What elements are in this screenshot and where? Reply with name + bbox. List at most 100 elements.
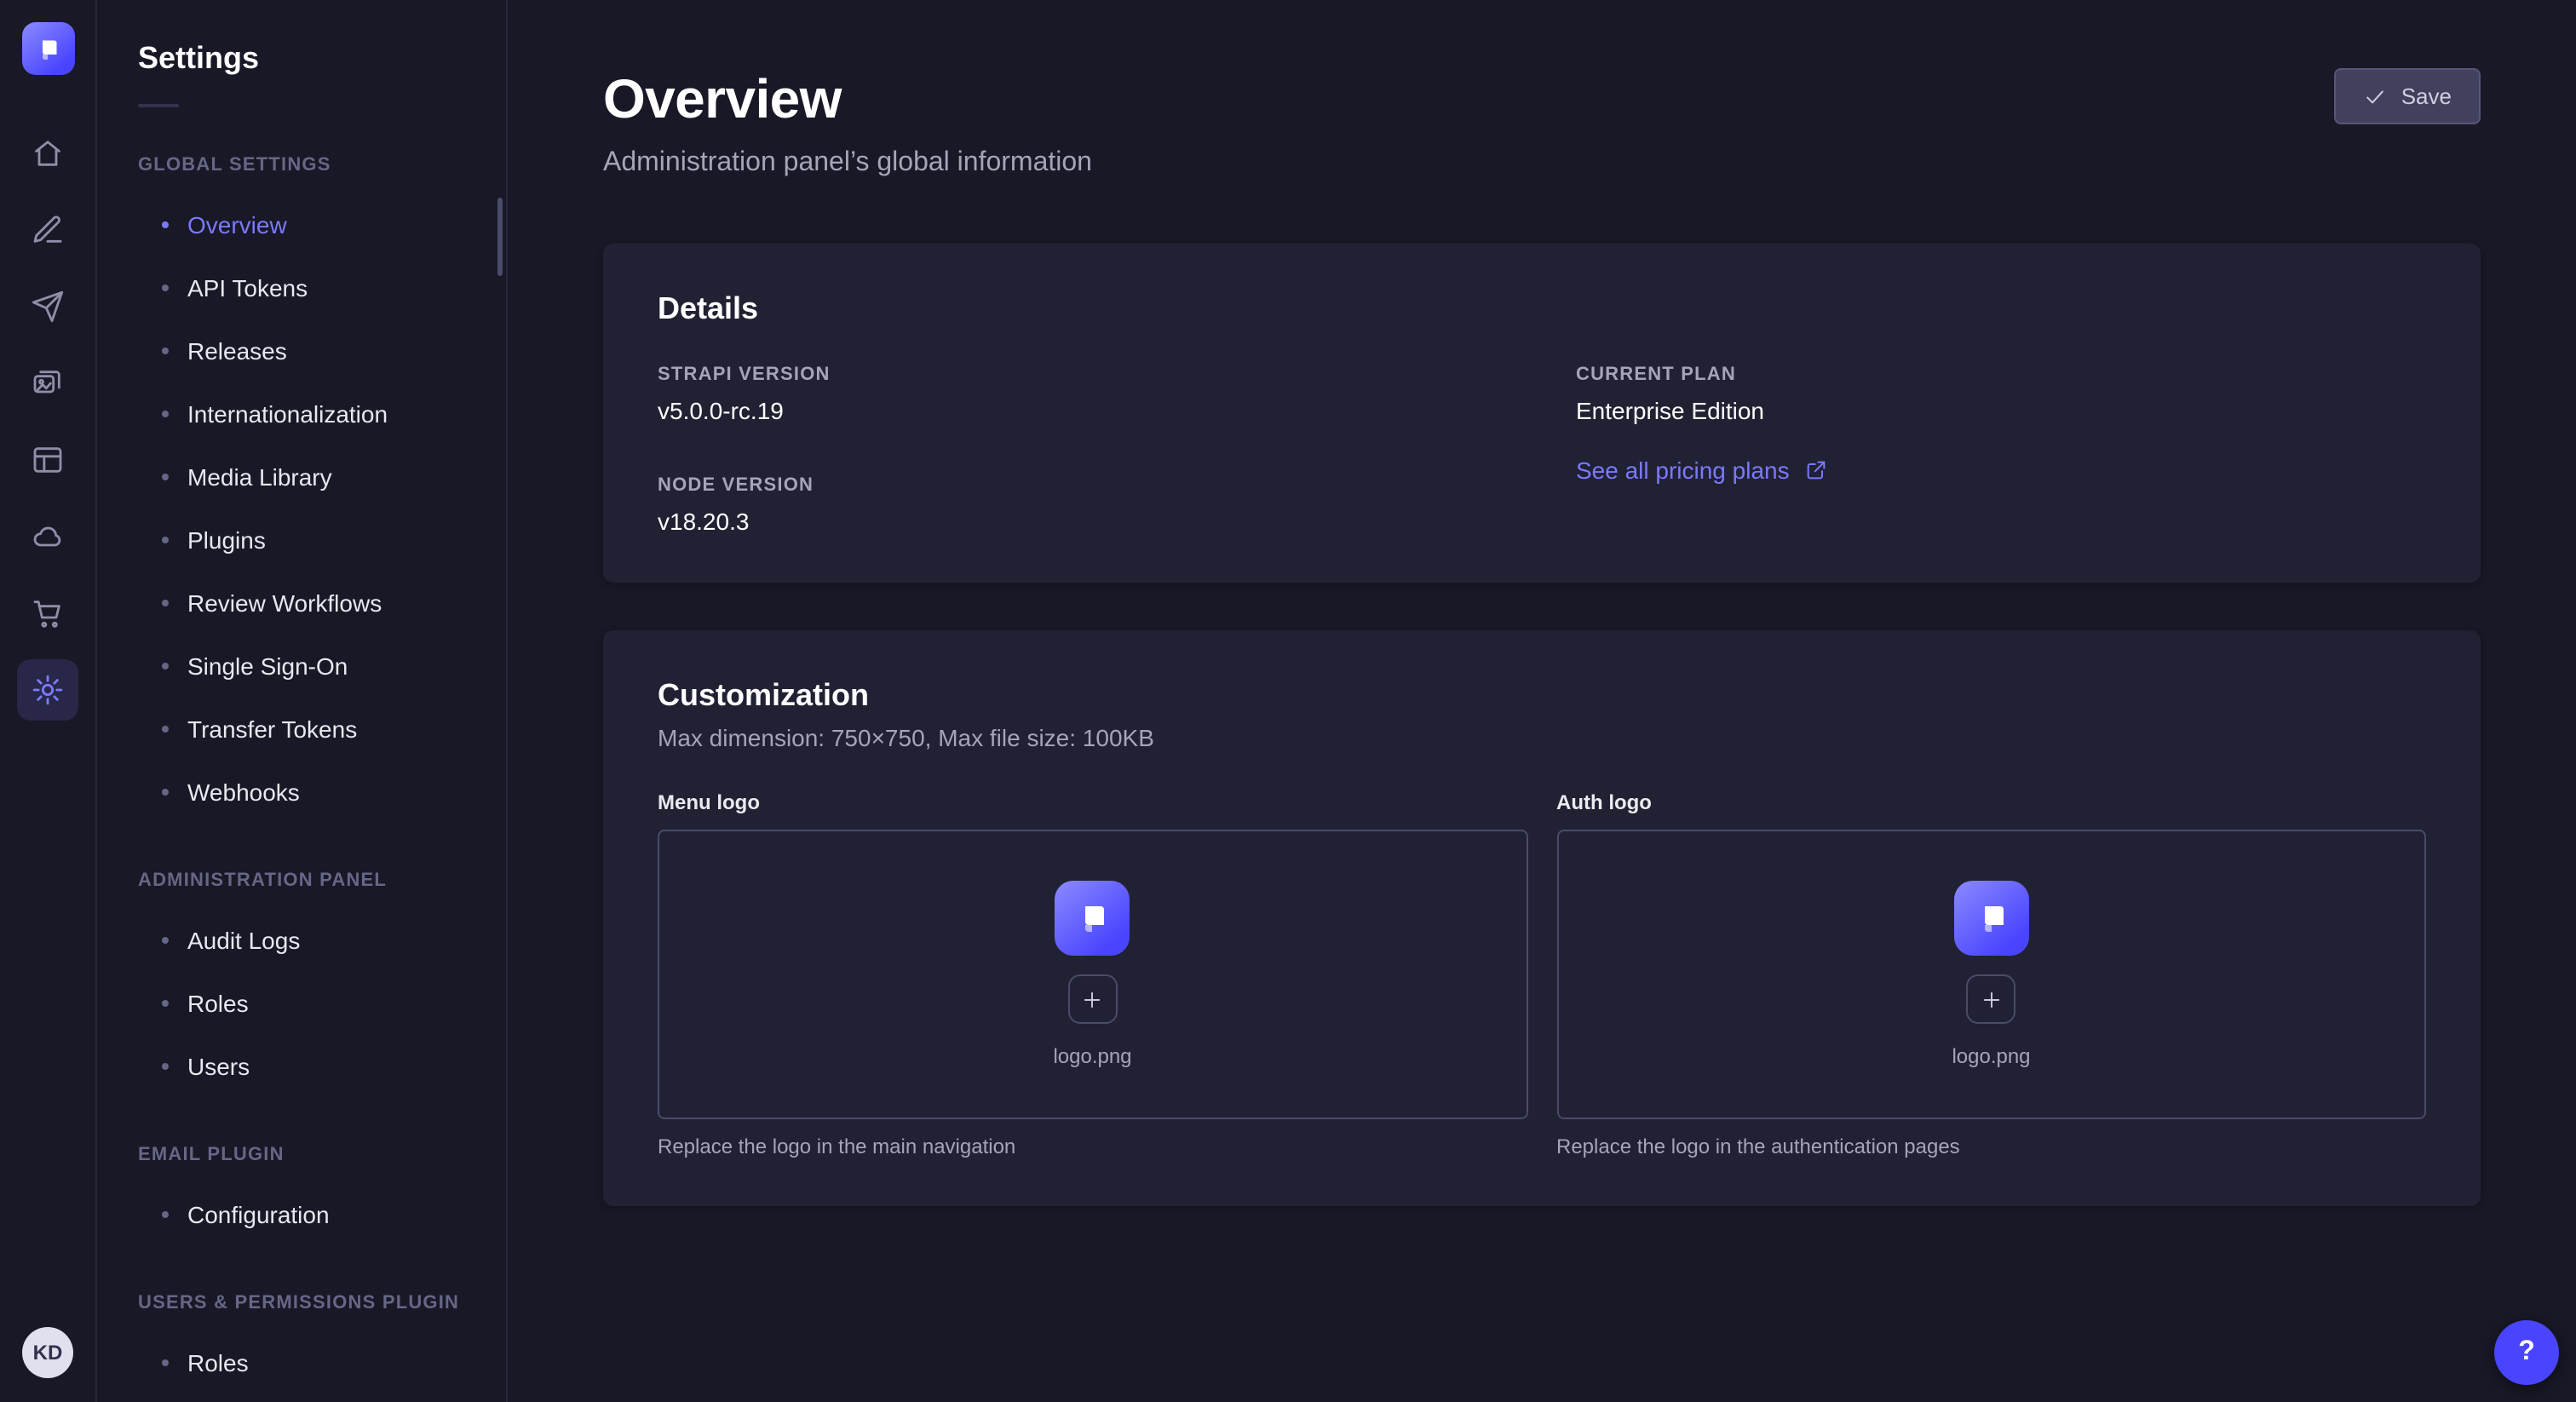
customization-card-subtitle: Max dimension: 750×750, Max file size: 1… bbox=[658, 724, 2426, 751]
plus-icon bbox=[1081, 987, 1105, 1011]
sidebar-item-label: Internationalization bbox=[187, 399, 388, 427]
sidebar-item-plugins[interactable]: Plugins bbox=[97, 508, 506, 571]
bullet-icon bbox=[162, 410, 169, 417]
auth-logo-caption: Replace the logo in the authentication p… bbox=[1556, 1135, 2426, 1158]
plus-icon bbox=[1980, 987, 2004, 1011]
bullet-icon bbox=[162, 936, 169, 943]
save-button[interactable]: Save bbox=[2335, 68, 2481, 124]
sidebar-item-single-sign-on[interactable]: Single Sign-On bbox=[97, 634, 506, 697]
sidebar-item-transfer-tokens[interactable]: Transfer Tokens bbox=[97, 697, 506, 760]
sidebar-item-up-providers[interactable]: Providers bbox=[97, 1393, 506, 1402]
strapi-version-field: STRAPI VERSION v5.0.0-rc.19 bbox=[658, 365, 1508, 424]
auth-logo-dropzone[interactable]: logo.png bbox=[1556, 830, 2426, 1119]
page-subtitle: Administration panel’s global informatio… bbox=[603, 148, 1092, 179]
strapi-version-value: v5.0.0-rc.19 bbox=[658, 397, 1508, 424]
content-type-builder-icon[interactable] bbox=[17, 429, 78, 491]
customization-card: Customization Max dimension: 750×750, Ma… bbox=[603, 630, 2481, 1206]
sidebar-item-label: Single Sign-On bbox=[187, 652, 348, 679]
bullet-icon bbox=[162, 473, 169, 480]
releases-icon[interactable] bbox=[17, 276, 78, 337]
pricing-plans-link-label: See all pricing plans bbox=[1576, 457, 1790, 484]
sidebar-item-email-configuration[interactable]: Configuration bbox=[97, 1182, 506, 1245]
details-right-column: CURRENT PLAN Enterprise Edition See all … bbox=[1576, 365, 2426, 535]
sidebar-item-releases[interactable]: Releases bbox=[97, 319, 506, 382]
section-label-global-settings: GLOBAL SETTINGS bbox=[138, 155, 465, 175]
sidebar-item-label: Roles bbox=[187, 989, 249, 1016]
details-left-column: STRAPI VERSION v5.0.0-rc.19 NODE VERSION… bbox=[658, 365, 1508, 535]
help-button[interactable]: ? bbox=[2494, 1320, 2559, 1385]
menu-logo-upload: Menu logo bbox=[658, 790, 1527, 1158]
settings-sidebar: Settings GLOBAL SETTINGS Overview API To… bbox=[97, 0, 508, 1402]
sidebar-item-label: Media Library bbox=[187, 463, 332, 490]
section-label-administration-panel: ADMINISTRATION PANEL bbox=[138, 871, 465, 891]
current-plan-value: Enterprise Edition bbox=[1576, 397, 2426, 424]
current-plan-field: CURRENT PLAN Enterprise Edition bbox=[1576, 365, 2426, 424]
menu-logo-dropzone[interactable]: logo.png bbox=[658, 830, 1527, 1119]
marketplace-icon[interactable] bbox=[17, 583, 78, 644]
auth-logo-preview bbox=[1954, 881, 2029, 956]
scrollbar-thumb[interactable] bbox=[497, 198, 503, 276]
menu-logo-add-button[interactable] bbox=[1068, 974, 1118, 1024]
external-link-icon bbox=[1805, 458, 1829, 482]
sidebar-item-label: Roles bbox=[187, 1348, 249, 1376]
settings-icon[interactable] bbox=[17, 659, 78, 721]
page-header-text: Overview Administration panel’s global i… bbox=[603, 68, 1092, 179]
sidebar-item-audit-logs[interactable]: Audit Logs bbox=[97, 908, 506, 971]
sidebar-item-label: Releases bbox=[187, 336, 287, 364]
sidebar-item-label: Audit Logs bbox=[187, 926, 300, 953]
strapi-logo-icon bbox=[32, 33, 63, 64]
strapi-logo-icon bbox=[1971, 898, 2012, 939]
menu-logo-caption: Replace the logo in the main navigation bbox=[658, 1135, 1527, 1158]
auth-logo-filename: logo.png bbox=[1952, 1044, 2030, 1068]
main-nav-rail: KD bbox=[0, 0, 97, 1402]
bullet-icon bbox=[162, 221, 169, 227]
sidebar-item-label: API Tokens bbox=[187, 273, 308, 301]
strapi-version-label: STRAPI VERSION bbox=[658, 365, 1508, 385]
node-version-value: v18.20.3 bbox=[658, 508, 1508, 535]
sidebar-item-api-tokens[interactable]: API Tokens bbox=[97, 256, 506, 319]
content-manager-icon[interactable] bbox=[17, 199, 78, 261]
bullet-icon bbox=[162, 284, 169, 290]
sidebar-item-label: Users bbox=[187, 1052, 250, 1079]
menu-logo-filename: logo.png bbox=[1053, 1044, 1131, 1068]
app-root: KD Settings GLOBAL SETTINGS Overview API… bbox=[0, 0, 2576, 1402]
sidebar-item-overview[interactable]: Overview bbox=[97, 192, 506, 256]
bullet-icon bbox=[162, 1359, 169, 1365]
sidebar-item-media-library[interactable]: Media Library bbox=[97, 445, 506, 508]
current-plan-label: CURRENT PLAN bbox=[1576, 365, 2426, 385]
sidebar-item-label: Transfer Tokens bbox=[187, 715, 357, 742]
auth-logo-upload: Auth logo bbox=[1556, 790, 2426, 1158]
sidebar-item-internationalization[interactable]: Internationalization bbox=[97, 382, 506, 445]
home-icon[interactable] bbox=[17, 123, 78, 184]
sidebar-item-webhooks[interactable]: Webhooks bbox=[97, 760, 506, 823]
main-content: Overview Administration panel’s global i… bbox=[508, 0, 2576, 1402]
sidebar-divider bbox=[138, 104, 179, 107]
global-settings-list: Overview API Tokens Releases Internation… bbox=[97, 192, 506, 823]
rail-icon-list bbox=[17, 123, 78, 721]
bullet-icon bbox=[162, 999, 169, 1006]
pricing-plans-link[interactable]: See all pricing plans bbox=[1576, 457, 1829, 484]
auth-logo-label: Auth logo bbox=[1556, 790, 2426, 814]
media-library-icon[interactable] bbox=[17, 353, 78, 414]
bullet-icon bbox=[162, 788, 169, 795]
sidebar-item-up-roles[interactable]: Roles bbox=[97, 1330, 506, 1393]
details-card-title: Details bbox=[658, 291, 2426, 327]
sidebar-item-review-workflows[interactable]: Review Workflows bbox=[97, 571, 506, 634]
avatar[interactable]: KD bbox=[22, 1327, 73, 1378]
menu-logo-preview bbox=[1055, 881, 1130, 956]
sidebar-item-label: Webhooks bbox=[187, 778, 300, 805]
administration-panel-list: Audit Logs Roles Users bbox=[97, 908, 506, 1097]
strapi-logo[interactable] bbox=[21, 22, 74, 75]
sidebar-item-admin-roles[interactable]: Roles bbox=[97, 971, 506, 1034]
auth-logo-add-button[interactable] bbox=[1967, 974, 2016, 1024]
bullet-icon bbox=[162, 662, 169, 669]
sidebar-item-admin-users[interactable]: Users bbox=[97, 1034, 506, 1097]
strapi-logo-icon bbox=[1072, 898, 1113, 939]
bullet-icon bbox=[162, 599, 169, 606]
node-version-field: NODE VERSION v18.20.3 bbox=[658, 475, 1508, 535]
logo-uploads: Menu logo bbox=[658, 790, 2426, 1158]
sidebar-item-label: Overview bbox=[187, 210, 287, 238]
bullet-icon bbox=[162, 725, 169, 732]
details-grid: STRAPI VERSION v5.0.0-rc.19 NODE VERSION… bbox=[658, 365, 2426, 535]
cloud-icon[interactable] bbox=[17, 506, 78, 567]
